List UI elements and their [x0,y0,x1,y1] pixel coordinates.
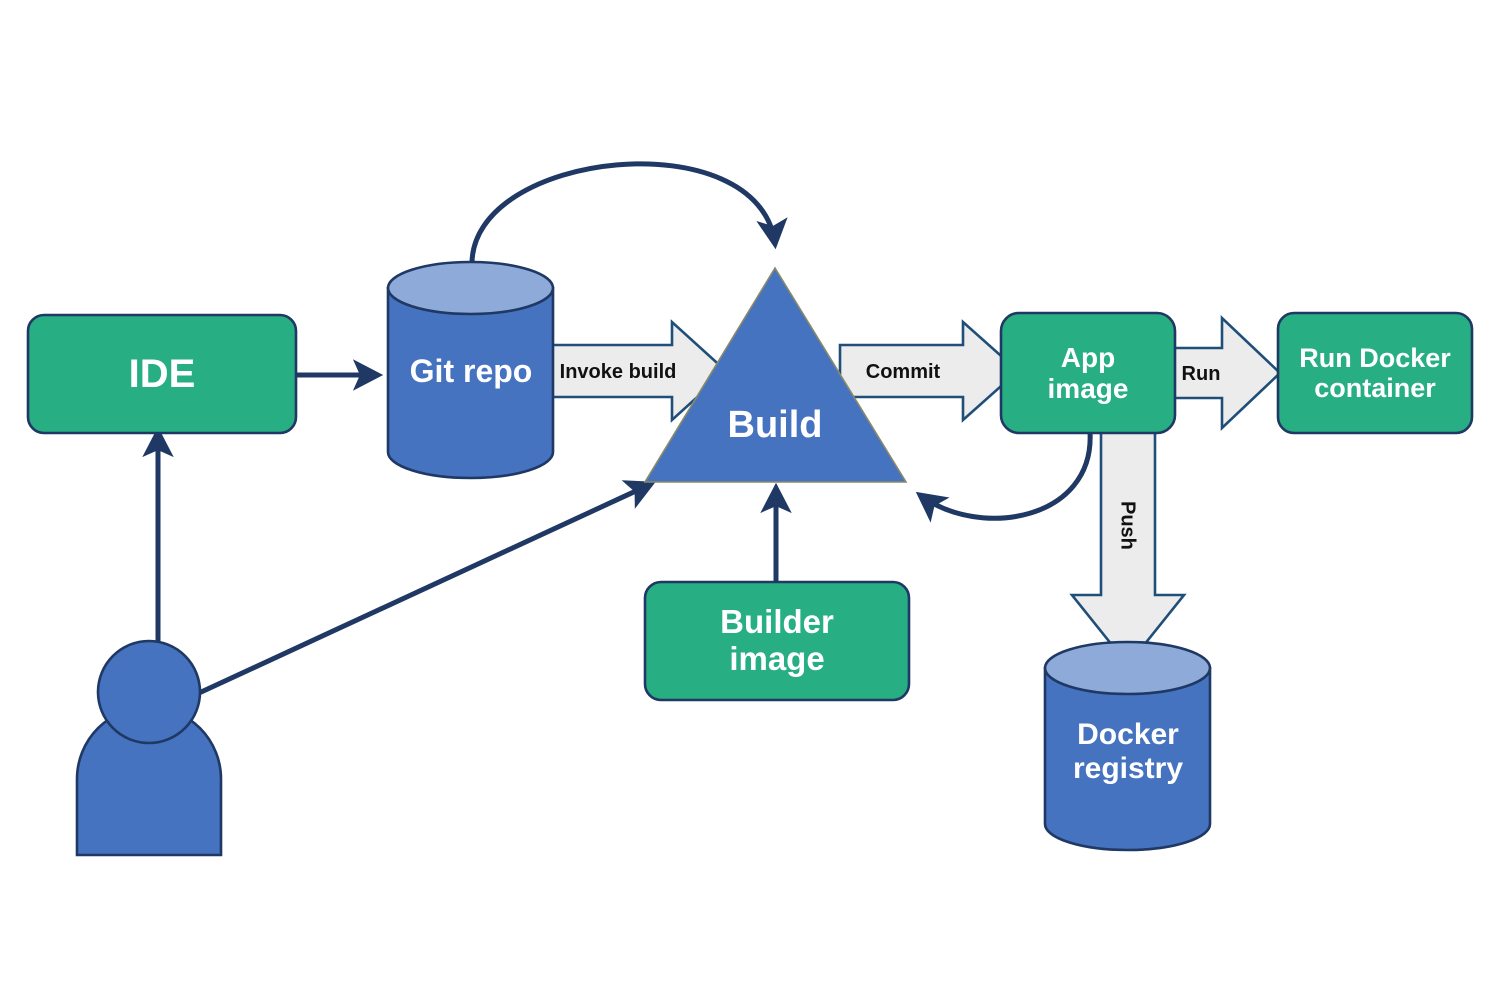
edge-run-arrow [1166,314,1282,432]
node-docker-registry[interactable] [1043,640,1212,852]
edge-app-curve-to-build [915,431,1093,523]
node-developer[interactable] [75,639,223,857]
avatar [96,639,202,745]
node-builder-image[interactable] [643,580,911,702]
diagram-canvas: IDE Git repo Build Builder image App ima… [0,0,1500,1000]
edge-git-curve-to-build [469,161,788,266]
edge-developer-to-build [197,480,656,696]
edge-commit-arrow [838,319,1020,423]
node-git-repo[interactable] [386,260,555,480]
node-app-image[interactable] [999,311,1177,435]
node-ide[interactable] [26,313,298,435]
node-run-container[interactable] [1276,311,1474,435]
diagram-svg [26,161,1474,857]
